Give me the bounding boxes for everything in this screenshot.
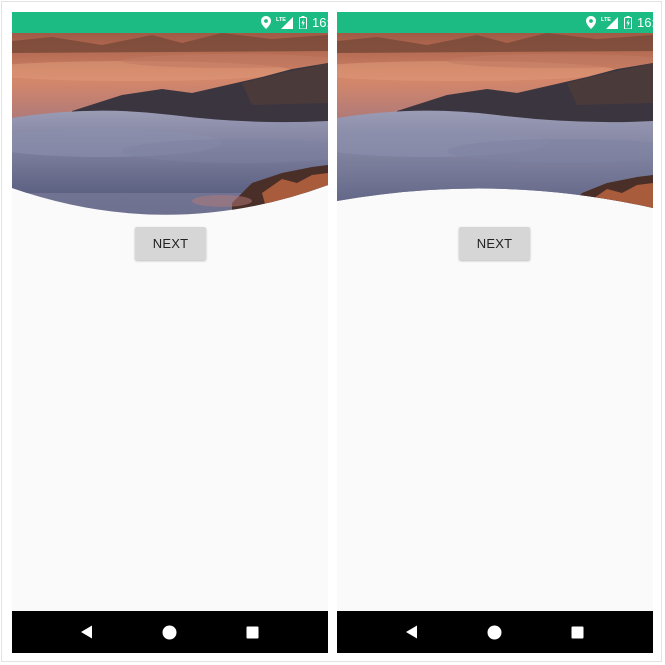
- battery-charging-icon: [299, 16, 307, 29]
- phone-screen-right: LTE 16:: [337, 12, 653, 653]
- status-bar: LTE 16:: [337, 12, 653, 33]
- status-bar: LTE 16:: [12, 12, 328, 33]
- network-type-label: LTE: [601, 17, 611, 23]
- status-icons: LTE 16:: [586, 12, 653, 33]
- home-button[interactable]: [158, 620, 182, 644]
- screenshot-canvas: LTE 16:: [0, 0, 665, 665]
- battery-charging-icon: [624, 16, 632, 29]
- back-icon: [81, 625, 93, 639]
- next-button[interactable]: NEXT: [459, 227, 530, 260]
- phone-screen-left: LTE 16:: [12, 12, 328, 653]
- status-icons: LTE 16:: [261, 12, 328, 33]
- status-time: 16:: [637, 15, 653, 30]
- home-icon: [162, 625, 177, 639]
- home-button[interactable]: [483, 620, 507, 644]
- network-type-label: LTE: [276, 17, 286, 23]
- recents-icon: [246, 626, 259, 638]
- navigation-bar: [12, 611, 328, 653]
- header-image-curved: [12, 33, 328, 223]
- recents-button[interactable]: [241, 620, 265, 644]
- back-button[interactable]: [75, 620, 99, 644]
- home-icon: [487, 625, 502, 639]
- header-image-curved: [337, 33, 653, 223]
- recents-icon: [571, 626, 584, 638]
- lte-signal-icon: LTE: [276, 16, 294, 29]
- lte-signal-icon: LTE: [601, 16, 619, 29]
- location-icon: [261, 16, 271, 29]
- back-button[interactable]: [400, 620, 424, 644]
- recents-button[interactable]: [566, 620, 590, 644]
- location-icon: [586, 16, 596, 29]
- next-button[interactable]: NEXT: [135, 227, 206, 260]
- navigation-bar: [337, 611, 653, 653]
- status-time: 16:: [312, 15, 328, 30]
- back-icon: [406, 625, 418, 639]
